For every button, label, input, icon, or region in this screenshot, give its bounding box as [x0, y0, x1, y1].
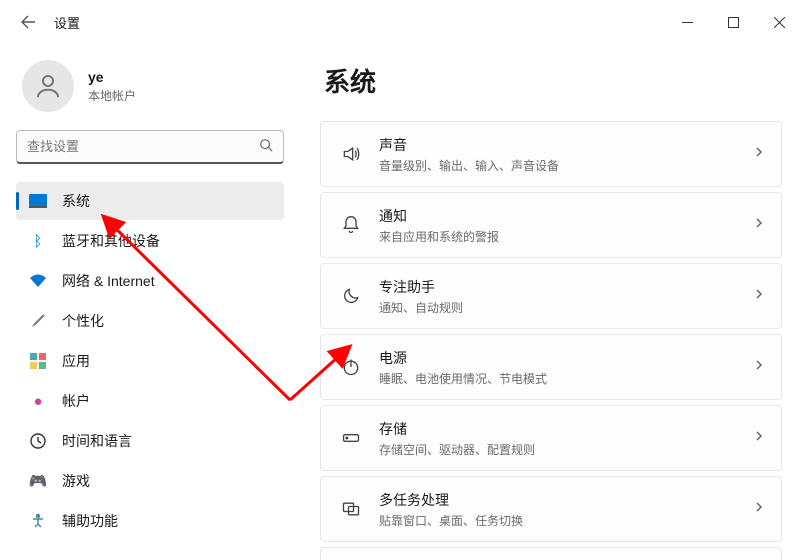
nav-label: 应用 — [62, 351, 90, 371]
bell-icon — [333, 215, 369, 235]
nav-label: 系统 — [62, 191, 90, 211]
accessibility-icon — [28, 511, 48, 531]
chevron-right-icon — [753, 500, 765, 518]
nav-item-network[interactable]: 网络 & Internet — [16, 262, 284, 300]
card-title: 电源 — [379, 348, 547, 368]
card-multitasking[interactable]: 多任务处理 贴靠窗口、桌面、任务切换 — [320, 476, 782, 542]
nav-item-bluetooth[interactable]: ᛒ 蓝牙和其他设备 — [16, 222, 284, 260]
nav-item-apps[interactable]: 应用 — [16, 342, 284, 380]
card-activation[interactable]: 激活 — [320, 547, 782, 560]
chevron-right-icon — [753, 429, 765, 447]
card-title: 存储 — [379, 419, 535, 439]
nav-label: 网络 & Internet — [62, 271, 155, 291]
titlebar: 设置 — [0, 0, 802, 44]
window-title: 设置 — [54, 13, 80, 32]
settings-card-list: 声音 音量级别、输出、输入、声音设备 通知 来自应用和系统的警报 专注助手 通知… — [320, 121, 782, 560]
nav-item-personalization[interactable]: 个性化 — [16, 302, 284, 340]
nav-item-accounts[interactable]: ● 帐户 — [16, 382, 284, 420]
card-title: 多任务处理 — [379, 490, 523, 510]
user-account-row[interactable]: ye 本地帐户 — [16, 54, 284, 126]
gamepad-icon: 🎮 — [28, 471, 48, 491]
card-subtitle: 存储空间、驱动器、配置规则 — [379, 441, 535, 458]
nav-list: 系统 ᛒ 蓝牙和其他设备 网络 & Internet 个性化 应用 ● 帐户 — [16, 182, 284, 540]
bluetooth-icon: ᛒ — [28, 231, 48, 251]
nav-label: 辅助功能 — [62, 511, 118, 531]
nav-label: 时间和语言 — [62, 431, 132, 451]
card-sound[interactable]: 声音 音量级别、输出、输入、声音设备 — [320, 121, 782, 187]
card-subtitle: 来自应用和系统的警报 — [379, 228, 499, 245]
user-name: ye — [88, 69, 136, 85]
storage-icon — [333, 428, 369, 448]
card-storage[interactable]: 存储 存储空间、驱动器、配置规则 — [320, 405, 782, 471]
apps-icon — [28, 351, 48, 371]
card-subtitle: 贴靠窗口、桌面、任务切换 — [379, 512, 523, 529]
nav-label: 帐户 — [62, 391, 90, 411]
sound-icon — [333, 144, 369, 164]
back-arrow-icon — [20, 14, 36, 30]
nav-item-gaming[interactable]: 🎮 游戏 — [16, 462, 284, 500]
maximize-button[interactable] — [710, 6, 756, 38]
person-icon — [33, 71, 63, 101]
card-title: 专注助手 — [379, 277, 463, 297]
brush-icon — [28, 311, 48, 331]
card-title: 声音 — [379, 135, 559, 155]
search-box[interactable] — [16, 130, 284, 164]
card-focus-assist[interactable]: 专注助手 通知、自动规则 — [320, 263, 782, 329]
display-icon — [28, 191, 48, 211]
search-input[interactable] — [27, 139, 259, 154]
nav-label: 游戏 — [62, 471, 90, 491]
nav-item-system[interactable]: 系统 — [16, 182, 284, 220]
avatar — [22, 60, 74, 112]
wifi-icon — [28, 271, 48, 291]
moon-icon — [333, 286, 369, 306]
main-content: 系统 声音 音量级别、输出、输入、声音设备 通知 来自应用和系统的警报 — [300, 44, 802, 560]
chevron-right-icon — [753, 287, 765, 305]
power-icon — [333, 357, 369, 377]
nav-item-time-language[interactable]: 时间和语言 — [16, 422, 284, 460]
minimize-button[interactable] — [664, 6, 710, 38]
back-button[interactable] — [8, 2, 48, 42]
chevron-right-icon — [753, 216, 765, 234]
nav-label: 蓝牙和其他设备 — [62, 231, 160, 251]
nav-label: 个性化 — [62, 311, 104, 331]
chevron-right-icon — [753, 358, 765, 376]
nav-item-accessibility[interactable]: 辅助功能 — [16, 502, 284, 540]
card-subtitle: 睡眠、电池使用情况、节电模式 — [379, 370, 547, 387]
close-button[interactable] — [756, 6, 802, 38]
window-controls — [664, 6, 802, 38]
card-notifications[interactable]: 通知 来自应用和系统的警报 — [320, 192, 782, 258]
clock-icon — [28, 431, 48, 451]
card-subtitle: 通知、自动规则 — [379, 299, 463, 316]
person-icon: ● — [28, 391, 48, 411]
card-subtitle: 音量级别、输出、输入、声音设备 — [379, 157, 559, 174]
card-title: 通知 — [379, 206, 499, 226]
sidebar: ye 本地帐户 系统 ᛒ 蓝牙和其他设备 网络 & Internet — [0, 44, 300, 560]
multitask-icon — [333, 499, 369, 519]
card-power[interactable]: 电源 睡眠、电池使用情况、节电模式 — [320, 334, 782, 400]
search-icon — [259, 138, 273, 155]
chevron-right-icon — [753, 145, 765, 163]
page-title: 系统 — [324, 62, 782, 99]
user-subtitle: 本地帐户 — [88, 87, 136, 104]
